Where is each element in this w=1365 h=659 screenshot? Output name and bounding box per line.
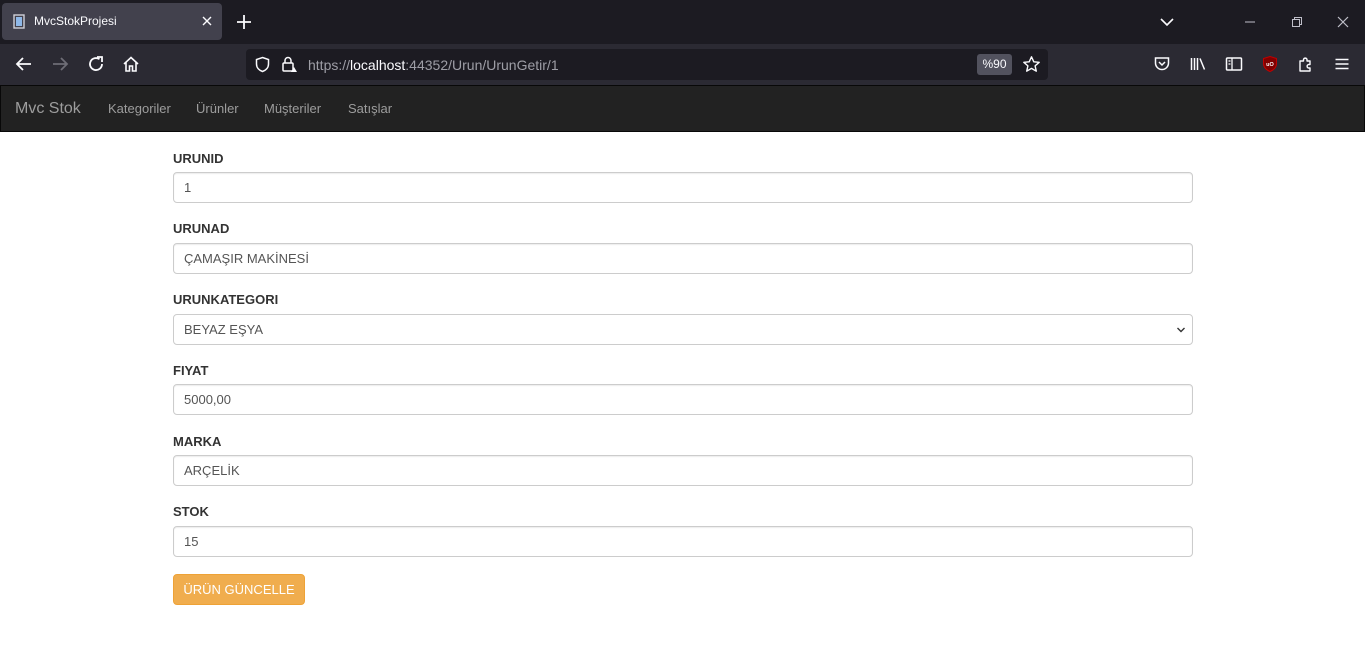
menu-hamburger-icon[interactable] (1333, 55, 1351, 73)
update-product-button[interactable]: ÜRÜN GÜNCELLE (173, 574, 305, 605)
nav-link-kategoriler[interactable]: Kategoriler (108, 101, 171, 116)
url-path: :44352/Urun/UrunGetir/1 (405, 57, 559, 73)
zoom-level-badge[interactable]: %90 (977, 54, 1012, 75)
url-text[interactable]: https://localhost:44352/Urun/UrunGetir/1 (308, 57, 559, 73)
shield-icon[interactable] (254, 56, 271, 73)
home-icon[interactable] (122, 55, 140, 73)
nav-link-musteriler[interactable]: Müşteriler (264, 101, 321, 116)
site-navbar: Mvc Stok Kategoriler Ürünler Müşteriler … (0, 85, 1365, 132)
tab-title: MvcStokProjesi (34, 14, 117, 28)
urunid-input[interactable] (173, 172, 1193, 203)
close-tab-icon[interactable] (199, 13, 215, 29)
browser-tab[interactable]: MvcStokProjesi (2, 3, 222, 40)
page-icon (13, 14, 25, 29)
nav-link-urunler[interactable]: Ürünler (196, 101, 239, 116)
stok-label: STOK (173, 504, 209, 519)
restore-icon[interactable] (1290, 15, 1304, 29)
browser-tab-strip: MvcStokProjesi (0, 0, 1365, 44)
reload-icon[interactable] (87, 55, 105, 73)
browser-toolbar: https://localhost:44352/Urun/UrunGetir/1… (0, 44, 1365, 85)
urunkategori-selected-value: BEYAZ EŞYA (184, 322, 263, 337)
new-tab-icon[interactable] (235, 13, 253, 31)
urunid-label: URUNID (173, 151, 224, 166)
pocket-icon[interactable] (1153, 55, 1171, 73)
urunad-input[interactable] (173, 243, 1193, 274)
urunad-label: URUNAD (173, 221, 230, 236)
fiyat-input[interactable] (173, 384, 1193, 415)
urunkategori-select[interactable]: BEYAZ EŞYA (173, 314, 1193, 345)
lock-icon[interactable] (280, 55, 298, 74)
url-host: localhost (350, 57, 406, 73)
chevron-down-icon (1177, 327, 1185, 333)
nav-link-satislar[interactable]: Satışlar (348, 101, 392, 116)
address-bar[interactable]: https://localhost:44352/Urun/UrunGetir/1… (246, 49, 1048, 80)
marka-input[interactable] (173, 455, 1193, 486)
navbar-brand[interactable]: Mvc Stok (15, 100, 81, 118)
fiyat-label: FIYAT (173, 363, 209, 378)
url-prefix: https:// (308, 57, 351, 73)
back-arrow-icon[interactable] (15, 55, 33, 73)
stok-input[interactable] (173, 526, 1193, 557)
svg-text:uO: uO (1266, 62, 1274, 68)
urunkategori-label: URUNKATEGORI (173, 292, 279, 307)
ublock-origin-icon[interactable]: uO (1261, 55, 1279, 73)
extensions-puzzle-icon[interactable] (1297, 55, 1315, 73)
bookmark-star-icon[interactable] (1022, 55, 1041, 74)
minimize-icon[interactable] (1243, 15, 1257, 29)
sidebar-icon[interactable] (1225, 55, 1243, 73)
library-icon[interactable] (1189, 55, 1207, 73)
marka-label: MARKA (173, 434, 222, 449)
window-close-icon[interactable] (1336, 15, 1350, 29)
chevron-down-icon[interactable] (1159, 14, 1175, 30)
forward-arrow-icon[interactable] (51, 55, 69, 73)
